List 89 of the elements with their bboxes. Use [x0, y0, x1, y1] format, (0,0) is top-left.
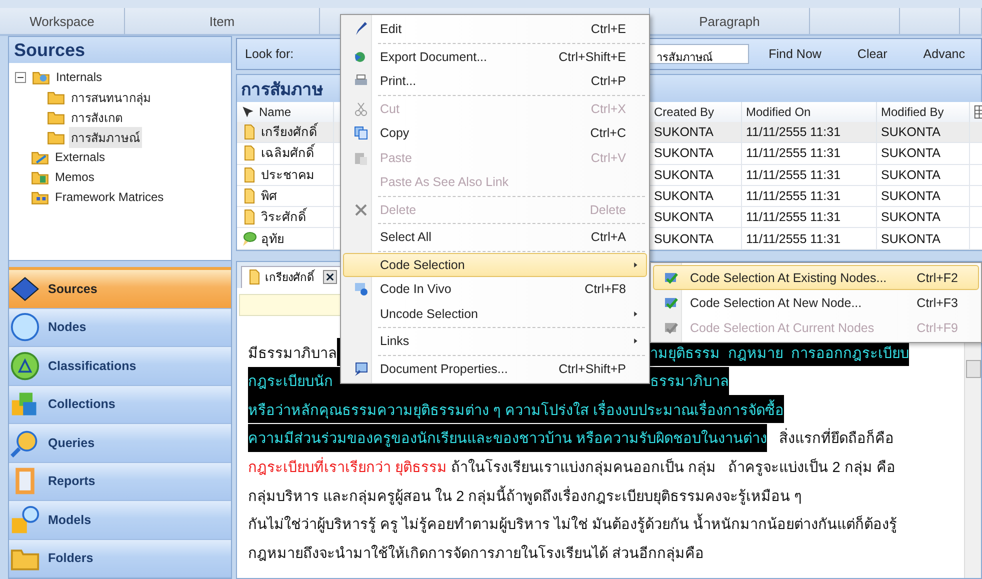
nav-button[interactable]: Folders [9, 540, 231, 578]
menu-item[interactable]: Select All Ctrl+A [343, 225, 647, 250]
tree-item[interactable]: การสังเกต [69, 106, 125, 128]
nav-button[interactable]: Reports [9, 462, 231, 501]
nav-button[interactable]: Classifications [9, 347, 231, 386]
search-button[interactable]: Clear [837, 47, 904, 61]
delete-icon [352, 202, 368, 218]
scissors-icon [352, 100, 368, 117]
table-cell: SUKONTA [650, 228, 742, 250]
table-cell: SUKONTA [877, 143, 970, 165]
coded-text: ความมีส่วนร่วมของครูของนักเรียนและของชาวบ้าน หรือความรับผิดชอบในงานต่าง [248, 424, 768, 452]
document-text: มีธรรมาภิบาล [248, 344, 337, 364]
ribbon-tab[interactable]: Paragraph [650, 8, 810, 34]
table-cell[interactable]: เกรียงศักดิ์ [237, 122, 334, 144]
column-header[interactable]: Modified On [742, 102, 877, 122]
tree-item[interactable]: การสัมภาษณ์ [69, 126, 142, 148]
document-text: ถ้าในโรงเรียนเราแบ่งกลุ่มคนออกเป็น กลุ่ม ถ้าครูจะแบ่งเป็น 2 กลุ่ม คือ [450, 457, 896, 478]
search-button[interactable]: Find Now [748, 47, 838, 61]
table-cell: SUKONTA [877, 122, 970, 144]
tree-item[interactable]: Framework Matrices [53, 189, 166, 206]
shapes-icon [10, 504, 40, 535]
menu-item[interactable]: Links [343, 329, 647, 354]
table-cell: SUKONTA [877, 186, 970, 208]
ribbon-tab[interactable]: Item [125, 8, 320, 34]
tree-item[interactable]: การสนทนากลุ่ม [69, 86, 153, 108]
table-cell: SUKONTA [650, 207, 742, 228]
search-label: Look for: [245, 47, 294, 61]
column-header[interactable]: Created By [650, 102, 742, 122]
ribbon-tab[interactable] [960, 8, 982, 34]
table-cell: 11/11/2555 11:31 [742, 186, 877, 208]
menu-item[interactable]: Code Selection [343, 252, 647, 277]
table-cell: SUKONTA [877, 207, 970, 228]
code-in-vivo-icon [352, 281, 368, 298]
nav-button[interactable]: Sources [9, 270, 231, 308]
search-button[interactable]: Advanc [903, 47, 981, 61]
table-cell: SUKONTA [650, 186, 742, 208]
search-field[interactable]: ารสัมภาษณ์ [648, 44, 749, 64]
table-cell: SUKONTA [877, 164, 970, 186]
table-cell: SUKONTA [877, 228, 970, 250]
menu-item[interactable]: Document Properties... Ctrl+Shift+P [343, 356, 647, 381]
column-header[interactable]: Modified By [877, 102, 970, 122]
table-cell: SUKONTA [650, 122, 742, 144]
nav-button[interactable]: Collections [9, 386, 231, 424]
menu-item[interactable]: Uncode Selection [343, 302, 647, 326]
coded-text: หรือว่าหลักคุณธรรมความยุติธรรมต่าง ๆ ความโปร่งใส เรื่องงบประมาณเรื่องการจัดซื้อ [248, 395, 784, 424]
table-cell: 11/11/2555 11:31 [742, 143, 877, 165]
scrollbar-thumb[interactable] [966, 360, 980, 378]
table-cell: 11/11/2555 11:31 [742, 122, 877, 144]
document-tab[interactable]: เกรียงศักดิ์ [241, 266, 342, 288]
table-cell[interactable]: เฉลิมศักดิ์ [237, 143, 334, 165]
menu-item[interactable]: Export Document... Ctrl+Shift+E [343, 44, 647, 69]
document-text: กฎระเบียบที่เราเรียกว่า ยุติธรรม [248, 452, 448, 480]
panel-title: Sources [9, 37, 231, 64]
table-cell[interactable]: ประชาคม [237, 164, 334, 186]
document-text: กลุ่มบริหาร และกลุ่มครูผู้สอน ใน 2 กลุ่มนี้ถ้าพูดถึงเรื่องกฎระเบียบยุติธรรมคงจะรู้เหมือน ๆ [248, 481, 802, 510]
table-cell: SUKONTA [650, 164, 742, 186]
sphere-icon [10, 312, 40, 342]
table-cell[interactable]: อุทัย [237, 228, 334, 250]
table-cell: SUKONTA [650, 143, 742, 165]
ribbon-tab[interactable]: Workspace [0, 8, 125, 34]
coded-text: กฎระเบียบนัก [248, 366, 333, 395]
collapse-toggle-icon[interactable] [15, 72, 26, 83]
ribbon-tab[interactable] [810, 8, 900, 34]
nav-button[interactable]: Queries [9, 424, 231, 462]
tree-item[interactable]: Internals [54, 69, 104, 86]
document-text: กันไม่ใช่ว่าผู้บริหารรู้ ครู ไม่รู้คอยทำตามผู้บริหาร ไม่ใช่ มันต้องรู้ด้วยกัน น้ำหนักมากน้อยต่างกันแต่ก็ต้องรู้ [248, 510, 898, 538]
speech-bubble-icon [241, 230, 257, 247]
table-cell: 11/11/2555 11:31 [742, 207, 877, 228]
close-icon [325, 272, 335, 282]
tree-item[interactable]: Externals [53, 149, 108, 166]
menu-item[interactable]: Code Selection At New Node... Ctrl+F3 [653, 290, 979, 315]
menu-item[interactable]: Code Selection At Existing Nodes... Ctrl+F2 [653, 265, 979, 290]
table-cell: 11/11/2555 11:31 [742, 164, 877, 186]
document-text: กฎหมายถึงจะนำมาใช้ให้เกิดการจัดการภายในโรงเรียนได้ ส่วนอีกกลุ่มคือ [248, 544, 704, 564]
copy-icon [352, 125, 368, 142]
nav-button[interactable]: Nodes [9, 308, 231, 347]
table-cell[interactable]: พิศ [237, 186, 334, 208]
ribbon-tab[interactable] [900, 8, 960, 34]
menu-item[interactable]: Code In Vivo Ctrl+F8 [343, 277, 647, 302]
menu-item[interactable]: Copy Ctrl+C [343, 121, 647, 146]
document-text: สิ่งแรกที่ยึดถือก็คือ [767, 424, 894, 452]
column-header[interactable]: Name [237, 102, 334, 122]
splitter[interactable] [9, 260, 231, 270]
coded-text: ธรรมาภิบาล [650, 366, 729, 395]
table-cell[interactable]: วิระศักดิ์ [237, 207, 334, 228]
tree-item[interactable]: Memos [53, 169, 96, 186]
nav-button[interactable]: Models [9, 501, 231, 540]
menu-item[interactable]: Edit Ctrl+E [343, 17, 647, 42]
table-cell: 11/11/2555 11:31 [742, 228, 877, 250]
